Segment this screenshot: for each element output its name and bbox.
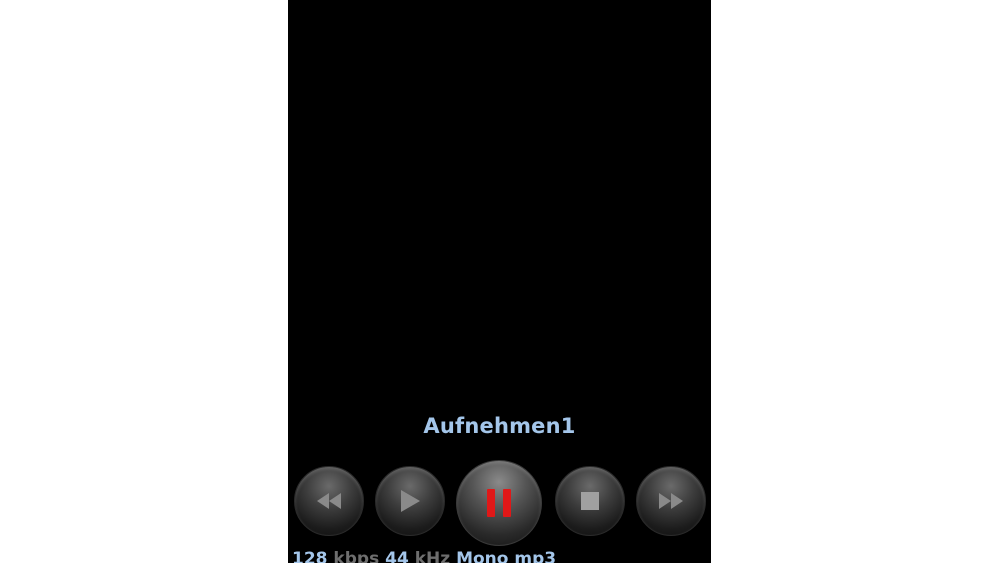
play-icon [401,490,420,512]
format-value: mp3 [514,549,557,563]
player-screen: Aufnehmen1 128 kbps 44 kHz Mono mp3 [288,0,711,563]
rewind-button[interactable] [294,466,364,536]
recording-info: 128 kbps 44 kHz Mono mp3 [292,549,556,563]
bitrate-unit: kbps [333,549,380,563]
samplerate-value: 44 [385,549,409,563]
pause-icon [487,489,511,517]
stop-icon [581,492,599,510]
transport-controls [288,460,711,546]
fast-forward-button[interactable] [636,466,706,536]
pause-button[interactable] [456,460,542,546]
fast-forward-icon [659,493,683,509]
stop-button[interactable] [555,466,625,536]
play-button[interactable] [375,466,445,536]
rewind-icon [317,493,341,509]
channels-value: Mono [456,549,509,563]
bitrate-value: 128 [292,549,328,563]
track-title: Aufnehmen1 [423,414,576,438]
samplerate-unit: kHz [414,549,451,563]
